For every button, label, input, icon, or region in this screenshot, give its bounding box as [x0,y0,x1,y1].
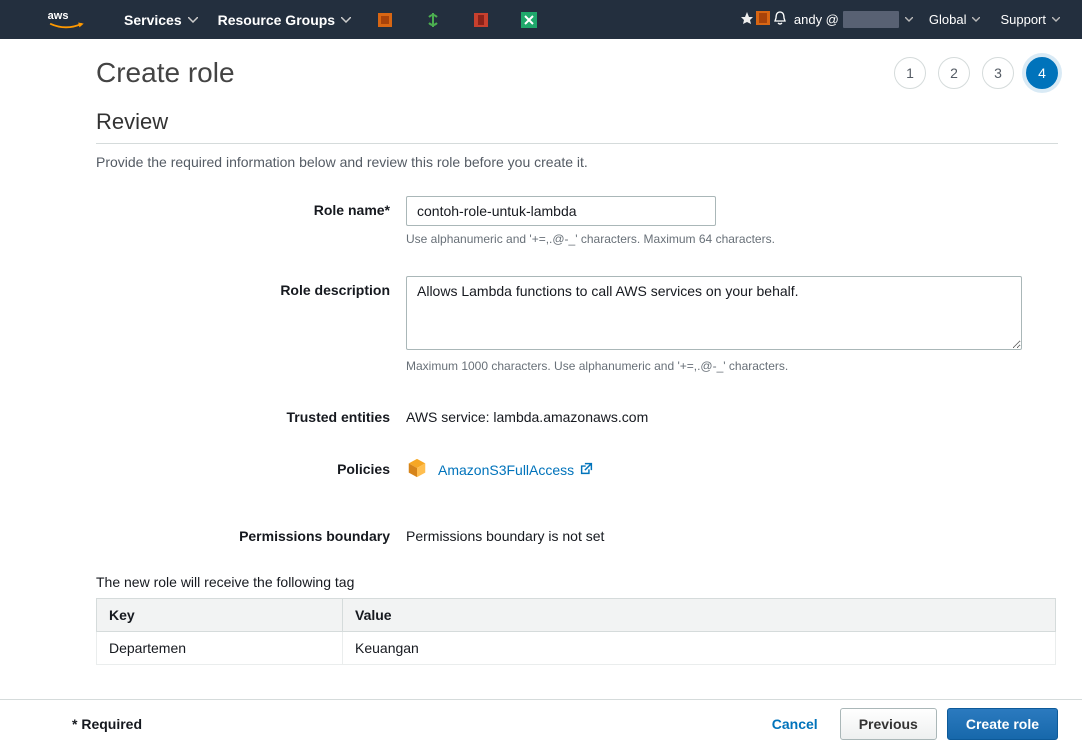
role-description-hint: Maximum 1000 characters. Use alphanumeri… [406,359,1042,373]
pin-icon[interactable] [740,11,754,28]
table-row: Departemen Keuangan [97,632,1056,665]
wizard-steps: 1 2 3 4 [894,57,1058,89]
nav-services-menu[interactable]: Services [114,0,208,39]
nav-support-menu[interactable]: Support [990,12,1070,27]
review-subheading: Provide the required information below a… [96,154,1058,170]
tag-key-cell: Departemen [97,632,343,665]
permissions-boundary-label: Permissions boundary [96,522,406,544]
cancel-button[interactable]: Cancel [758,708,832,740]
policy-link-label: AmazonS3FullAccess [438,462,574,478]
tags-header-value: Value [343,599,1056,632]
nav-user-label: andy @ [794,12,839,27]
shortcut-icon-3[interactable] [457,0,505,39]
nav-service-shortcut-bar [361,0,553,39]
chevron-down-icon [1052,17,1060,22]
nav-account-masked [843,11,899,28]
nav-account-menu[interactable]: andy @ [788,11,919,28]
shortcut-icon-4[interactable] [505,0,553,39]
nav-services-label: Services [124,12,182,28]
nav-resource-groups-menu[interactable]: Resource Groups [208,0,361,39]
step-4[interactable]: 4 [1026,57,1058,89]
policies-label: Policies [96,455,406,477]
shortcut-icon-1[interactable] [361,0,409,39]
chevron-down-icon [341,17,351,23]
notification-bell-icon[interactable] [772,10,788,29]
tags-header-key: Key [97,599,343,632]
nav-region-label: Global [929,12,967,27]
chevron-down-icon [905,17,913,22]
external-link-icon [580,462,593,478]
step-1[interactable]: 1 [894,57,926,89]
main-content: Create role 1 2 3 4 Review Provide the r… [0,39,1082,699]
trusted-entities-value: AWS service: lambda.amazonaws.com [406,403,1042,425]
tags-table: Key Value Departemen Keuangan [96,598,1056,665]
top-navbar: aws Services Resource Groups [0,0,1082,39]
permissions-boundary-value: Permissions boundary is not set [406,522,1042,544]
step-2[interactable]: 2 [938,57,970,89]
policy-cube-icon [406,457,428,482]
previous-button[interactable]: Previous [840,708,937,740]
tags-intro: The new role will receive the following … [96,574,1058,590]
nav-resource-groups-label: Resource Groups [218,12,335,28]
nav-region-menu[interactable]: Global [919,12,991,27]
create-role-button[interactable]: Create role [947,708,1058,740]
nav-support-label: Support [1000,12,1046,27]
required-note: * Required [72,716,142,732]
role-description-label: Role description [96,276,406,298]
aws-logo[interactable]: aws [46,8,86,32]
review-heading: Review [96,109,1058,144]
page-title: Create role [96,57,235,89]
policy-link[interactable]: AmazonS3FullAccess [438,462,593,478]
svg-text:aws: aws [48,9,69,21]
shortcut-icon-5[interactable] [754,9,772,30]
step-3[interactable]: 3 [982,57,1014,89]
footer-bar: * Required Cancel Previous Create role [0,699,1082,747]
role-description-input[interactable]: Allows Lambda functions to call AWS serv… [406,276,1022,350]
chevron-down-icon [972,17,980,22]
shortcut-icon-2[interactable] [409,0,457,39]
role-name-input[interactable] [406,196,716,226]
tag-value-cell: Keuangan [343,632,1056,665]
trusted-entities-label: Trusted entities [96,403,406,425]
role-name-label: Role name* [96,196,406,218]
role-name-hint: Use alphanumeric and '+=,.@-_' character… [406,232,1042,246]
chevron-down-icon [188,17,198,23]
